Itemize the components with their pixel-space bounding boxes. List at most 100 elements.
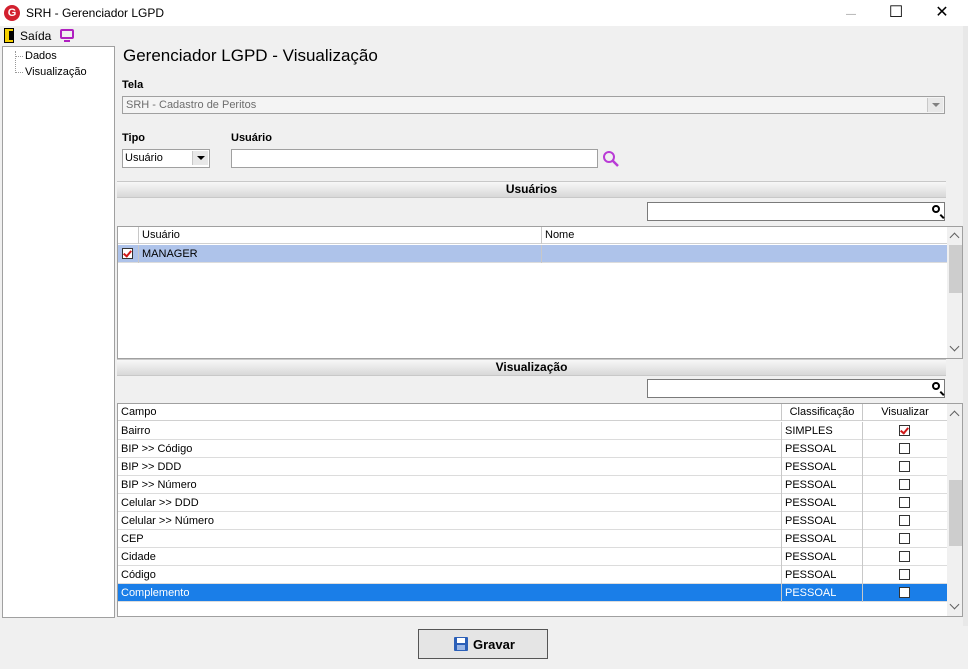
exit-button[interactable]: Saída bbox=[20, 29, 51, 43]
app-logo-icon: G bbox=[4, 5, 20, 21]
usuario-input[interactable] bbox=[231, 149, 598, 168]
cell-classificacao: PESSOAL bbox=[782, 584, 863, 602]
column-header-usuario[interactable]: Usuário bbox=[139, 227, 542, 244]
visualizar-checkbox[interactable] bbox=[899, 551, 910, 562]
column-header-visualizar[interactable]: Visualizar bbox=[863, 404, 947, 421]
tela-label: Tela bbox=[122, 79, 144, 91]
visualizar-checkbox[interactable] bbox=[899, 569, 910, 580]
tipo-select[interactable]: Usuário bbox=[122, 149, 210, 168]
search-icon[interactable] bbox=[932, 382, 940, 390]
cell-classificacao: PESSOAL bbox=[782, 530, 863, 548]
right-edge-strip bbox=[963, 26, 968, 626]
table-row[interactable]: Cidade PESSOAL bbox=[118, 548, 947, 566]
scroll-thumb[interactable] bbox=[949, 245, 962, 293]
cell-campo: Celular >> DDD bbox=[118, 494, 782, 512]
view-search-input[interactable] bbox=[647, 379, 945, 398]
cell-classificacao: PESSOAL bbox=[782, 440, 863, 458]
column-header-check bbox=[118, 227, 139, 244]
tree-item-visualizacao[interactable]: Visualização bbox=[25, 66, 87, 78]
chevron-down-icon bbox=[192, 151, 208, 165]
tela-select[interactable]: SRH - Cadastro de Peritos bbox=[122, 96, 945, 114]
visualizar-checkbox[interactable] bbox=[899, 461, 910, 472]
chevron-down-icon bbox=[927, 98, 943, 112]
maximize-button[interactable]: ☐ bbox=[873, 0, 919, 26]
column-header-classificacao[interactable]: Classificação bbox=[782, 404, 863, 421]
cell-usuario: MANAGER bbox=[139, 245, 542, 263]
users-grid: Usuário Nome MANAGER bbox=[117, 226, 963, 359]
table-row[interactable]: MANAGER bbox=[118, 245, 947, 263]
cell-visualizar bbox=[863, 512, 947, 530]
users-grid-header: Usuário Nome bbox=[118, 227, 947, 244]
cell-campo: CEP bbox=[118, 530, 782, 548]
visualizar-checkbox[interactable] bbox=[899, 479, 910, 490]
table-row[interactable]: Celular >> Número PESSOAL bbox=[118, 512, 947, 530]
tree-connector bbox=[15, 56, 23, 57]
view-grid-header: Campo Classificação Visualizar bbox=[118, 404, 947, 421]
cell-visualizar bbox=[863, 548, 947, 566]
cell-classificacao: PESSOAL bbox=[782, 476, 863, 494]
save-button[interactable]: Gravar bbox=[418, 629, 548, 659]
page-title: Gerenciador LGPD - Visualização bbox=[123, 46, 378, 65]
table-row[interactable]: CEP PESSOAL bbox=[118, 530, 947, 548]
table-row[interactable]: BIP >> Número PESSOAL bbox=[118, 476, 947, 494]
visualizar-checkbox[interactable] bbox=[899, 533, 910, 544]
search-icon[interactable] bbox=[932, 205, 940, 213]
minimize-button[interactable]: — bbox=[828, 0, 874, 26]
cell-visualizar bbox=[863, 476, 947, 494]
row-checkbox[interactable] bbox=[122, 248, 133, 259]
window-title: SRH - Gerenciador LGPD bbox=[26, 6, 165, 20]
tree-item-dados[interactable]: Dados bbox=[25, 50, 57, 62]
table-row[interactable]: Complemento PESSOAL bbox=[118, 584, 947, 602]
cell-visualizar bbox=[863, 566, 947, 584]
visualizar-checkbox[interactable] bbox=[899, 497, 910, 508]
close-button[interactable]: ✕ bbox=[919, 0, 965, 26]
table-row[interactable]: Bairro SIMPLES bbox=[118, 422, 947, 440]
visualizar-checkbox[interactable] bbox=[899, 443, 910, 454]
view-grid-scrollbar[interactable] bbox=[947, 404, 962, 616]
tree-connector bbox=[15, 72, 23, 73]
table-row[interactable]: BIP >> Código PESSOAL bbox=[118, 440, 947, 458]
close-icon: ✕ bbox=[935, 4, 949, 21]
cell-classificacao: PESSOAL bbox=[782, 494, 863, 512]
navigation-tree: Dados Visualização bbox=[2, 46, 115, 618]
users-grid-scrollbar[interactable] bbox=[947, 227, 962, 358]
visualizar-checkbox[interactable] bbox=[899, 515, 910, 526]
tree-connector bbox=[15, 51, 16, 73]
table-row[interactable]: Celular >> DDD PESSOAL bbox=[118, 494, 947, 512]
cell-campo: BIP >> Código bbox=[118, 440, 782, 458]
cell-classificacao: PESSOAL bbox=[782, 548, 863, 566]
tipo-select-value: Usuário bbox=[125, 152, 163, 164]
cell-visualizar bbox=[863, 440, 947, 458]
visualizar-checkbox[interactable] bbox=[899, 425, 910, 436]
cell-visualizar bbox=[863, 530, 947, 548]
view-section-header: Visualização bbox=[117, 359, 946, 376]
toolbar bbox=[0, 26, 968, 46]
cell-campo: Celular >> Número bbox=[118, 512, 782, 530]
tela-select-value: SRH - Cadastro de Peritos bbox=[126, 99, 257, 111]
scroll-thumb[interactable] bbox=[949, 480, 962, 546]
save-disk-icon bbox=[454, 637, 468, 651]
users-search-input[interactable] bbox=[647, 202, 945, 221]
table-row[interactable]: Código PESSOAL bbox=[118, 566, 947, 584]
maximize-icon: ☐ bbox=[888, 4, 904, 21]
cell-campo: Cidade bbox=[118, 548, 782, 566]
cell-visualizar bbox=[863, 584, 947, 602]
cell-campo: Código bbox=[118, 566, 782, 584]
save-button-label: Gravar bbox=[473, 637, 515, 652]
exit-door-icon[interactable] bbox=[4, 28, 14, 43]
scroll-up-icon[interactable] bbox=[949, 232, 960, 243]
column-header-campo[interactable]: Campo bbox=[118, 404, 782, 421]
scroll-up-icon[interactable] bbox=[949, 410, 960, 421]
table-row[interactable]: BIP >> DDD PESSOAL bbox=[118, 458, 947, 476]
column-header-nome[interactable]: Nome bbox=[542, 227, 947, 244]
cell-campo: BIP >> DDD bbox=[118, 458, 782, 476]
visualizar-checkbox[interactable] bbox=[899, 587, 910, 598]
cell-campo: BIP >> Número bbox=[118, 476, 782, 494]
scroll-down-icon[interactable] bbox=[949, 341, 960, 352]
usuario-search-icon[interactable] bbox=[602, 150, 620, 168]
minimize-icon: — bbox=[846, 9, 856, 20]
scroll-down-icon[interactable] bbox=[949, 599, 960, 610]
monitor-icon[interactable] bbox=[60, 29, 74, 42]
cell-classificacao: PESSOAL bbox=[782, 512, 863, 530]
cell-nome bbox=[542, 245, 947, 263]
